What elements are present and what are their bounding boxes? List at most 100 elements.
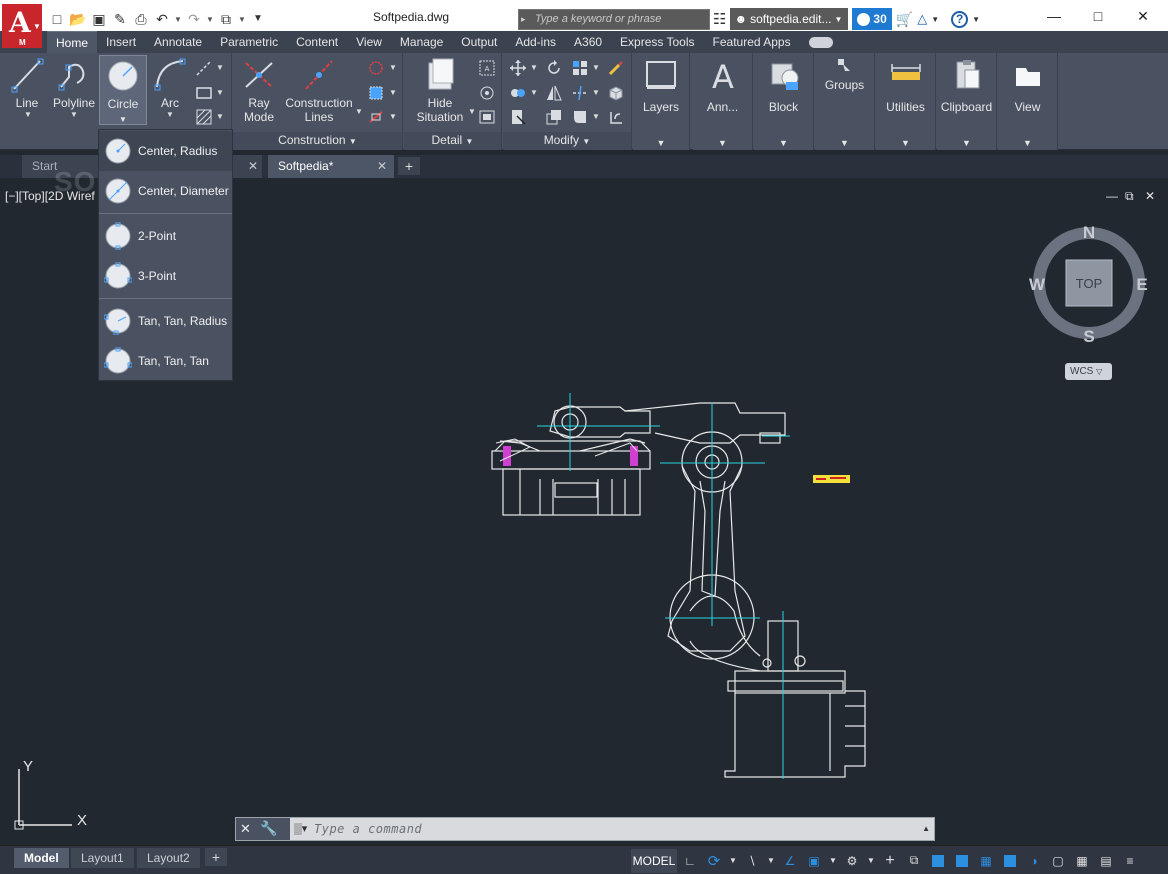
draw-slash-dropdown-icon[interactable]: ▼ (216, 63, 224, 72)
tab-manage[interactable]: Manage (391, 31, 452, 53)
snap-icon[interactable]: ⟳ (703, 849, 725, 873)
annotation-scale-icon[interactable]: ▦ (975, 849, 997, 873)
new-file-icon[interactable]: □ (48, 10, 66, 28)
save-icon[interactable]: ▣ (90, 10, 108, 28)
section-view-icon[interactable] (478, 108, 496, 126)
hide-situation-dropdown-icon[interactable]: ▼ (468, 107, 476, 116)
save-as-icon[interactable]: ✎ (111, 10, 129, 28)
share-dropdown-icon[interactable]: ▼ (238, 15, 246, 24)
arc-button[interactable]: Arc (150, 57, 190, 110)
copy-icon[interactable] (509, 84, 527, 102)
array-dropdown-icon[interactable]: ▼ (592, 63, 600, 72)
close-start-tab-icon[interactable]: ✕ (248, 159, 258, 173)
clean-screen-icon[interactable]: ▤ (1095, 849, 1117, 873)
match-properties-icon[interactable] (607, 59, 625, 77)
menu-item-tan-tan-tan[interactable]: Tan, Tan, Tan (99, 341, 232, 381)
minimize-button[interactable]: — (1044, 6, 1064, 26)
fillet-icon[interactable] (571, 108, 589, 126)
annotation-panel-button[interactable]: A Ann... ▼ (693, 53, 753, 150)
trim-dropdown-icon[interactable]: ▼ (592, 88, 600, 97)
boundary-dropdown-icon[interactable]: ▼ (389, 88, 397, 97)
tab-model[interactable]: Model (14, 848, 69, 868)
menu-item-center-diameter[interactable]: Center, Diameter (99, 171, 232, 211)
explode-icon[interactable] (607, 108, 625, 126)
plot-icon[interactable]: ⎙ (132, 10, 150, 28)
menu-item-center-radius[interactable]: Center, Radius (99, 131, 232, 171)
application-menu-button[interactable]: A M ▼ (2, 4, 42, 48)
revcloud-dropdown-icon[interactable]: ▼ (389, 63, 397, 72)
draw-panel-expand-icon[interactable]: ▼ (24, 110, 32, 119)
ortho-dropdown-icon[interactable]: ▼ (765, 849, 777, 873)
hatch-dropdown-icon[interactable]: ▼ (216, 112, 224, 121)
tab-insert[interactable]: Insert (97, 31, 145, 53)
isolate-icon[interactable] (927, 849, 949, 873)
command-line-settings-icon[interactable]: 🔧 (260, 820, 277, 837)
tab-layout2[interactable]: Layout2 (137, 848, 200, 868)
cart-icon[interactable]: 🛒 (896, 11, 913, 28)
tab-softpedia[interactable]: Softpedia* (268, 155, 394, 178)
scale-icon[interactable] (545, 108, 563, 126)
move-icon[interactable] (509, 59, 527, 77)
mirror-icon[interactable] (545, 84, 563, 102)
view-panel-button[interactable]: View ▼ (998, 53, 1058, 150)
detail-view-icon[interactable] (478, 84, 496, 102)
command-history-icon[interactable]: ▲ (922, 824, 930, 833)
array-icon[interactable] (571, 59, 589, 77)
construction-lines-button[interactable]: Construction Lines (283, 57, 355, 124)
tab-annotate[interactable]: Annotate (145, 31, 211, 53)
construction-panel-title[interactable]: Construction ▼ (233, 132, 402, 150)
osnap-dropdown-icon[interactable]: ▼ (827, 849, 839, 873)
properties-icon[interactable]: ⧉ (903, 849, 925, 873)
rectangle-icon[interactable] (195, 84, 213, 102)
menu-item-2-point[interactable]: 2-Point (99, 216, 232, 256)
command-input[interactable]: Type a command (314, 822, 422, 836)
circle-button[interactable]: Circle ▼ (99, 55, 147, 125)
gear-dropdown-icon[interactable]: ▼ (865, 849, 877, 873)
construction-lines-dropdown-icon[interactable]: ▼ (355, 107, 363, 116)
block-panel-button[interactable]: Block ▼ (754, 53, 814, 150)
revcloud-icon[interactable] (367, 59, 385, 77)
user-account-button[interactable]: ☻ softpedia.edit... ▼ (730, 8, 849, 30)
tab-output[interactable]: Output (452, 31, 506, 53)
redo-icon[interactable]: ↷ (185, 10, 203, 28)
fillet-dropdown-icon[interactable]: ▼ (592, 112, 600, 121)
customize-qat-icon[interactable]: ▼ (249, 10, 267, 28)
grid-icon[interactable]: ∟ (679, 849, 701, 873)
polyline-expand-icon[interactable]: ▼ (70, 110, 78, 119)
command-line-close-icon[interactable]: ✕ (240, 821, 251, 837)
command-prompt-icon[interactable]: ▒▾ (294, 822, 307, 835)
utilities-panel-button[interactable]: Utilities ▼ (876, 53, 936, 150)
polyline-button[interactable]: Polyline (51, 57, 97, 110)
ray-mode-button[interactable]: Ray Mode (237, 57, 281, 124)
tab-home[interactable]: Home (47, 31, 98, 53)
menu-item-3-point[interactable]: 3-Point (99, 256, 232, 296)
3d-box-icon[interactable] (607, 84, 625, 102)
layers-panel-button[interactable]: Layers ▼ (633, 53, 690, 150)
hide-situation-button[interactable]: Hide Situation (412, 57, 468, 124)
polar-icon[interactable]: ∠ (779, 849, 801, 873)
exchange-icon[interactable]: △ (917, 11, 927, 27)
move-dropdown-icon[interactable]: ▼ (530, 63, 538, 72)
line-button[interactable]: Line (7, 57, 47, 110)
tab-view[interactable]: View (347, 31, 391, 53)
snap-dropdown-icon[interactable]: ▼ (727, 849, 739, 873)
tab-featured-apps[interactable]: Featured Apps (704, 31, 800, 53)
tab-layout1[interactable]: Layout1 (71, 848, 134, 868)
tab-add-ins[interactable]: Add-ins (506, 31, 565, 53)
help-icon[interactable]: ? (951, 10, 969, 28)
share-icon[interactable]: ⧉ (217, 10, 235, 28)
draw-slash-icon[interactable] (195, 59, 213, 77)
boundary-icon[interactable] (367, 84, 385, 102)
maximize-button[interactable]: □ (1088, 6, 1108, 26)
trial-days-badge[interactable]: 30 (852, 8, 892, 30)
menu-item-tan-tan-radius[interactable]: Tan, Tan, Radius (99, 301, 232, 341)
quick-properties-icon[interactable]: ◑ (1023, 849, 1045, 873)
tab-a360[interactable]: A360 (565, 31, 611, 53)
crosshair-icon[interactable]: + (879, 849, 901, 873)
customize-status-icon[interactable]: ≡ (1119, 849, 1141, 873)
units-icon[interactable] (999, 849, 1021, 873)
binoculars-icon[interactable]: ☷ (713, 10, 726, 28)
undo-dropdown-icon[interactable]: ▼ (174, 15, 182, 24)
ortho-icon[interactable]: ∖ (741, 849, 763, 873)
detail-scale-icon[interactable]: A (478, 59, 496, 77)
